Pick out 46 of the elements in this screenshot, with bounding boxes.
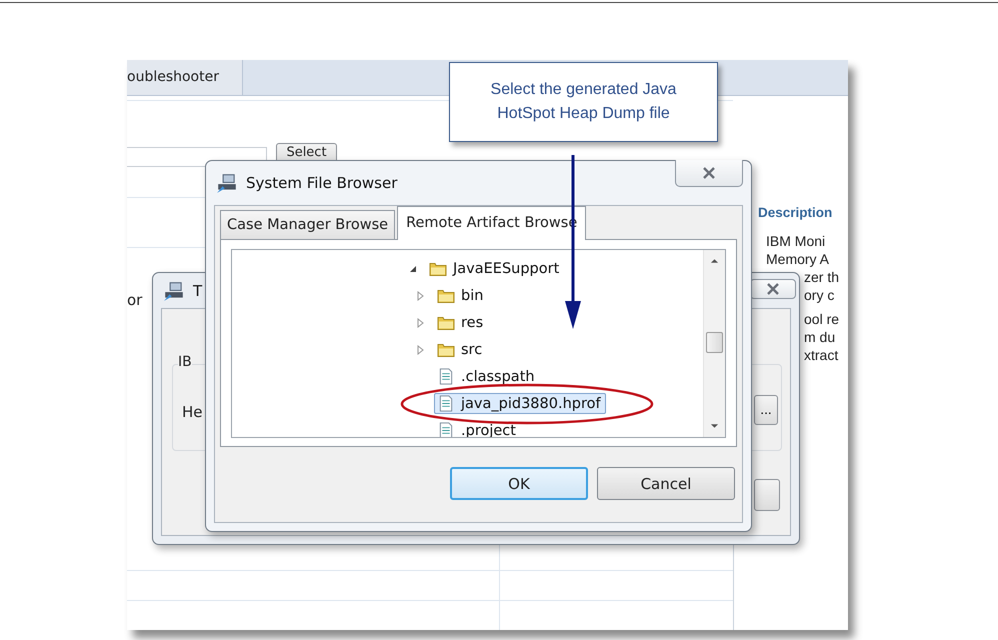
close-button[interactable] (675, 160, 743, 187)
app-tab[interactable]: oubleshooter (127, 60, 243, 95)
tree-item[interactable]: bin (434, 285, 488, 306)
cancel-button[interactable]: Cancel (597, 467, 735, 500)
tree-item[interactable]: JavaEESupport (426, 258, 564, 279)
scroll-down-icon[interactable] (710, 423, 719, 429)
collapsed-arrow-icon[interactable] (416, 318, 426, 328)
close-button[interactable] (750, 279, 796, 299)
folder-icon (437, 314, 455, 331)
dialog-button[interactable] (754, 479, 780, 511)
ok-button[interactable]: OK (450, 467, 588, 500)
description-text: m du (804, 328, 836, 346)
folder-icon (429, 260, 447, 277)
window-title: T (193, 282, 202, 300)
file-icon (437, 368, 455, 385)
description-text: ool re (804, 310, 840, 328)
description-text: ory c (804, 286, 834, 304)
expanded-arrow-icon[interactable] (408, 264, 418, 274)
browse-button[interactable]: ... (754, 395, 778, 425)
computer-icon (163, 280, 185, 302)
description-text: IBM Moni (766, 232, 826, 250)
computer-icon (216, 172, 238, 194)
scroll-up-icon[interactable] (710, 258, 719, 264)
tab[interactable]: Case Manager Browse (220, 210, 396, 239)
tree-item[interactable]: src (434, 339, 488, 360)
description-text: Memory A (766, 250, 830, 268)
close-icon (702, 167, 716, 179)
tree-item[interactable]: .classpath (434, 366, 540, 387)
window-title: System File Browser (246, 174, 398, 192)
scroll-thumb[interactable] (706, 332, 723, 353)
description-text: zer th (804, 268, 840, 286)
tree-item[interactable]: res (434, 312, 488, 333)
file-icon (437, 422, 455, 437)
tree-item[interactable]: java_pid3880.hprof (434, 393, 606, 414)
collapsed-arrow-icon[interactable] (416, 290, 426, 300)
callout-text: Select the generated Java HotSpot Heap Dump file (490, 80, 678, 124)
folder-icon (437, 287, 455, 304)
collapsed-arrow-icon[interactable] (416, 344, 426, 354)
description-text: xtract (804, 346, 838, 364)
field-label: or (127, 291, 142, 309)
field-label: He (182, 403, 203, 421)
close-icon (766, 283, 780, 295)
description-title: Description (758, 205, 832, 220)
folder-icon (437, 341, 455, 358)
file-icon (437, 395, 455, 412)
scrollbar[interactable] (703, 250, 725, 437)
